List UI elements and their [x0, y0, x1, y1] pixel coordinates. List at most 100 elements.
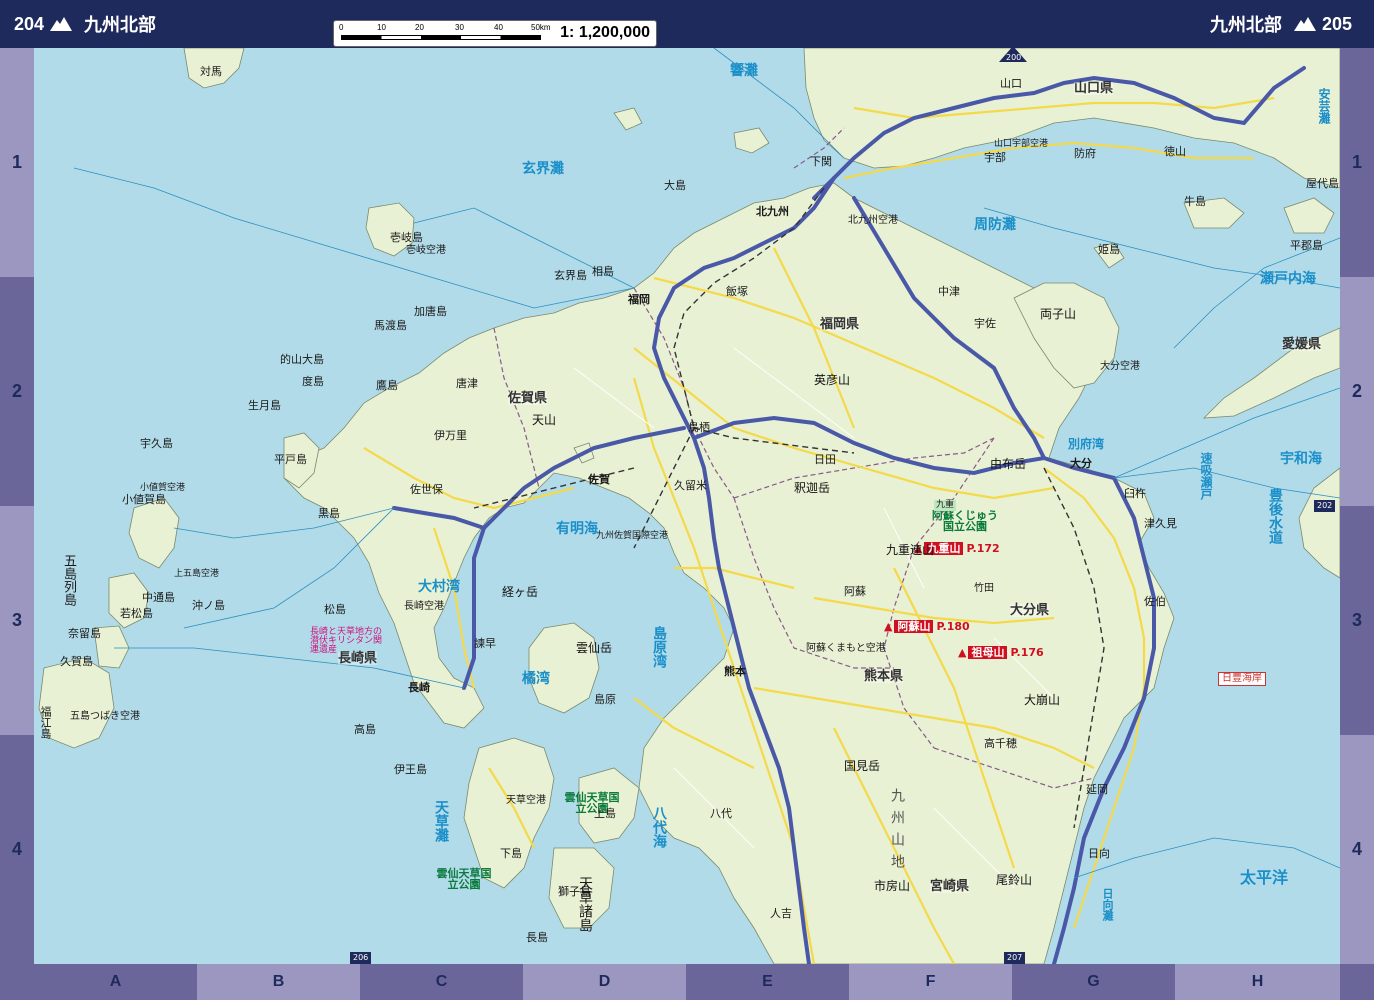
island-label: 長島	[526, 931, 548, 944]
peak-label: 大崩山	[1024, 693, 1061, 707]
island-label: 小値賀島	[122, 493, 166, 506]
island-label: 下島	[500, 847, 522, 860]
scale-tick: 10	[377, 23, 386, 32]
sea-label: 瀬戸内海	[1260, 271, 1316, 287]
island-label: 黒島	[318, 507, 340, 520]
city-label: 延岡	[1086, 783, 1108, 796]
map-area[interactable]: 200 202 206 207 響灘 玄界灘 周防灘 瀬戸内海 有明海 大村湾 …	[34, 48, 1340, 964]
peak-label: 経ヶ岳	[502, 585, 539, 599]
airport-label: 小値賀空港	[140, 483, 186, 493]
peak-label: 両子山	[1040, 307, 1077, 321]
coast-label: 日豊海岸	[1218, 672, 1266, 686]
city-label: 鳥栖	[688, 421, 710, 434]
island-label: 壱岐島	[390, 231, 423, 244]
island-label: 宇久島	[140, 437, 173, 450]
grid-row-1: 1	[0, 48, 34, 277]
grid-row-4: 4	[1340, 735, 1374, 964]
mountain-ref-aso[interactable]: ▲ 阿蘇山 P.180	[884, 620, 970, 633]
peak-label: 由布岳	[990, 457, 1027, 471]
right-grid-index: 1 2 3 4	[1340, 48, 1374, 964]
city-label: 宇部	[984, 151, 1006, 164]
peak-label: 天山	[532, 413, 557, 427]
island-label: 伊王島	[394, 763, 427, 776]
sea-label: 安芸灘	[1317, 88, 1331, 124]
page-ref: P.180	[936, 620, 970, 633]
sea-label: 橘湾	[522, 671, 550, 687]
island-label: 生月島	[248, 399, 281, 412]
map-canvas	[38, 48, 1340, 964]
city-label: 宇佐	[974, 317, 996, 330]
grid-col-e: E	[686, 964, 849, 1000]
city-label: 佐世保	[410, 483, 443, 496]
island-label: 対馬	[200, 65, 222, 78]
airport-label: 五島つばき空港	[70, 711, 140, 722]
left-page-number: 204	[14, 13, 45, 34]
sea-label: 八代海	[651, 806, 667, 848]
island-label: 度島	[302, 375, 324, 388]
page-jump-bottom-left[interactable]: 206	[350, 952, 372, 964]
peak-label: 九重連山	[886, 543, 935, 557]
city-label: 高千穂	[984, 737, 1017, 750]
city-label: 防府	[1074, 147, 1096, 160]
area-label: 九重	[934, 500, 957, 511]
city-label: 佐伯	[1144, 595, 1166, 608]
island-label: 屋代島	[1306, 177, 1339, 190]
island-label: 相島	[592, 265, 614, 278]
island-label: 沖ノ島	[192, 599, 225, 612]
city-label: 佐賀	[588, 473, 610, 486]
region-label: 九州山地	[889, 788, 905, 876]
city-label: 飯塚	[726, 285, 748, 298]
airport-label: 山口宇部空港	[994, 139, 1049, 149]
city-label: 伊万里	[434, 429, 467, 442]
peak-label: 市房山	[874, 879, 911, 893]
page-ref: P.176	[1010, 646, 1044, 659]
peak-label: 尾鈴山	[996, 873, 1033, 887]
city-label: 山口	[1000, 77, 1022, 90]
page-ref: P.172	[966, 542, 1000, 555]
national-park-label: 阿蘇くじゅう国立公園	[932, 509, 998, 533]
scale-tick: 50km	[531, 23, 551, 32]
sea-label: 豊後水道	[1267, 488, 1283, 544]
island-label: 加唐島	[414, 305, 447, 318]
scale-tick: 0	[339, 23, 344, 32]
island-label: 若松島	[120, 607, 153, 620]
airport-label: 長崎空港	[404, 601, 444, 612]
page-jump-right[interactable]: 202	[1314, 500, 1336, 512]
peak-label: 雲仙岳	[576, 641, 613, 655]
bottom-grid-index: A B C D E F G H	[34, 964, 1340, 1000]
left-page-heading: 204 九州北部	[14, 0, 162, 48]
airport-label: 北九州空港	[848, 215, 898, 226]
peak-label: 国見岳	[844, 759, 881, 773]
island-label: 高島	[354, 723, 376, 736]
island-label: 五島列島	[61, 554, 76, 606]
sea-label: 周防灘	[974, 217, 1016, 233]
prefecture-label: 山口県	[1074, 81, 1114, 96]
island-label: 大島	[664, 179, 686, 192]
island-label: 的山大島	[280, 353, 324, 366]
page-jump-bottom-right[interactable]: 207	[1004, 952, 1026, 964]
grid-row-2: 2	[1340, 277, 1374, 506]
peak-label: 英彦山	[814, 373, 851, 387]
city-label: 久留米	[674, 479, 707, 492]
island-label: 中通島	[142, 591, 175, 604]
airport-label: 壱岐空港	[406, 245, 446, 256]
city-label: 北九州	[756, 205, 789, 218]
city-label: 津久見	[1144, 517, 1177, 530]
prefecture-label: 大分県	[1010, 603, 1050, 618]
city-label: 下関	[810, 155, 832, 168]
island-label: 奈留島	[68, 627, 101, 640]
island-label: 松島	[324, 603, 346, 616]
sea-label: 玄界灘	[522, 161, 564, 177]
grid-row-1: 1	[1340, 48, 1374, 277]
city-label: 竹田	[974, 583, 994, 594]
scale-graduation	[341, 35, 541, 40]
grid-row-3: 3	[0, 506, 34, 735]
page-jump-label: 200	[1006, 53, 1022, 62]
sea-label: 宇和海	[1280, 451, 1322, 467]
sea-label: 速吸瀬戸	[1199, 452, 1213, 500]
city-label: 長崎	[408, 681, 430, 694]
island-label: 久賀島	[60, 655, 93, 668]
city-label: 臼杵	[1124, 487, 1146, 500]
grid-col-d: D	[523, 964, 686, 1000]
mountain-ref-sobo[interactable]: ▲ 祖母山 P.176	[958, 646, 1044, 659]
